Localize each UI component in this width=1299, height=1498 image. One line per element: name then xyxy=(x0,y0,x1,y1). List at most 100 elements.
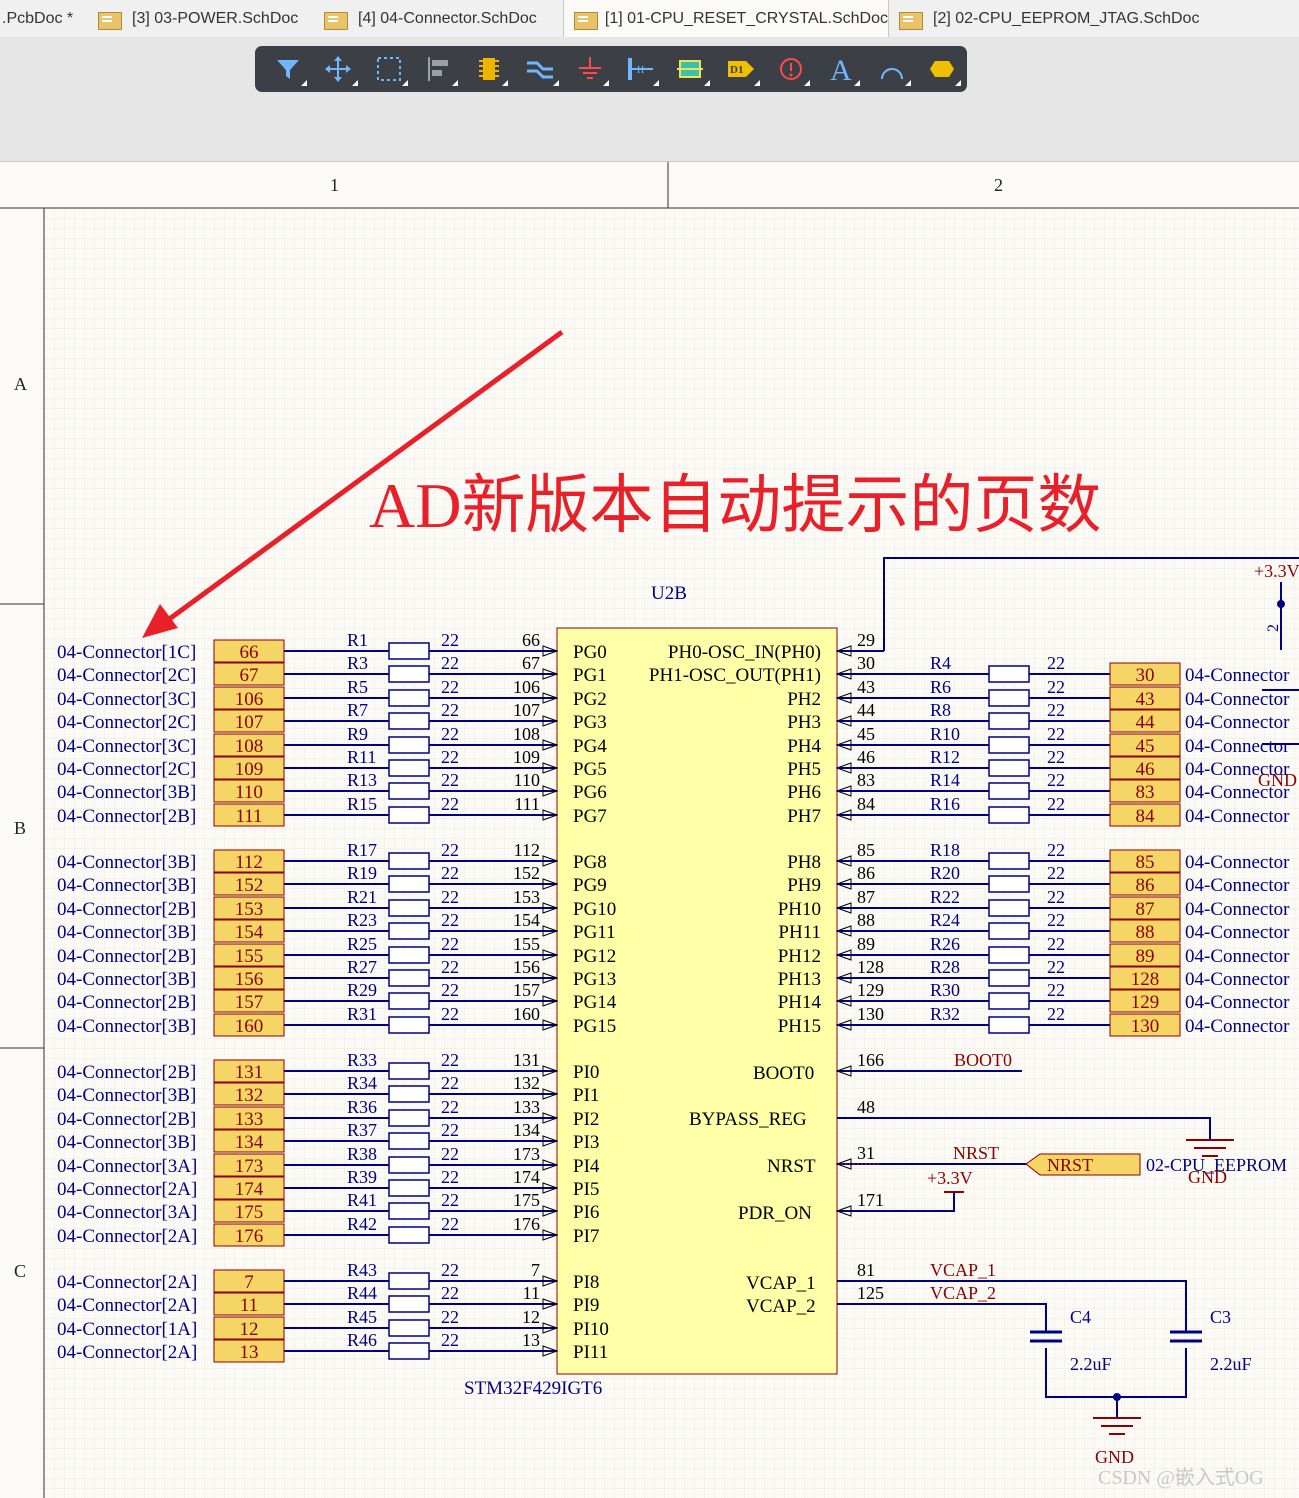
off-sheet-connector-label[interactable]: 04-Connector[3C] xyxy=(57,689,196,710)
resistor-body[interactable] xyxy=(388,899,430,917)
off-sheet-connector-label[interactable]: 04-Connector xyxy=(1185,712,1290,733)
off-sheet-connector-label[interactable]: 04-Connector[2A] xyxy=(57,1272,197,1293)
resistor-body[interactable] xyxy=(388,736,430,754)
resistor-body[interactable] xyxy=(388,782,430,800)
align-button[interactable] xyxy=(414,49,464,89)
resistor-body[interactable] xyxy=(988,736,1030,754)
off-sheet-connector-label[interactable]: 04-Connector[1A] xyxy=(57,1319,197,1340)
resistor-body[interactable] xyxy=(388,1156,430,1174)
off-sheet-connector-label[interactable]: 04-Connector[2A] xyxy=(57,1179,197,1200)
resistor-body[interactable] xyxy=(988,969,1030,987)
resistor-body[interactable] xyxy=(388,1062,430,1080)
resistor-body[interactable] xyxy=(388,1179,430,1197)
resistor-body[interactable] xyxy=(988,922,1030,940)
resistor-body[interactable] xyxy=(988,875,1030,893)
resistor-body[interactable] xyxy=(388,1132,430,1150)
off-sheet-connector-label[interactable]: 04-Connector xyxy=(1185,806,1290,827)
off-sheet-connector-label[interactable]: 04-Connector[2B] xyxy=(57,946,196,967)
off-sheet-connector-label[interactable]: 04-Connector[2B] xyxy=(57,899,196,920)
off-sheet-connector-label[interactable]: 04-Connector[2B] xyxy=(57,1062,196,1083)
resistor-body[interactable] xyxy=(988,689,1030,707)
off-sheet-connector-label[interactable]: 04-Connector xyxy=(1185,969,1290,990)
off-sheet-connector-label[interactable]: 04-Connector[2A] xyxy=(57,1342,197,1363)
sheet-symbol-button[interactable] xyxy=(665,49,715,89)
off-sheet-connector-label[interactable]: 04-Connector xyxy=(1185,992,1290,1013)
resistor-body[interactable] xyxy=(388,922,430,940)
off-sheet-connector-label[interactable]: 04-Connector[1C] xyxy=(57,642,196,663)
off-sheet-connector-label[interactable]: 04-Connector[3B] xyxy=(57,1085,196,1106)
move-button[interactable] xyxy=(313,49,363,89)
resistor-body[interactable] xyxy=(988,806,1030,824)
off-sheet-connector-label[interactable]: 04-Connector xyxy=(1185,665,1290,686)
arc-button[interactable] xyxy=(866,49,916,89)
resistor-body[interactable] xyxy=(388,1016,430,1034)
off-sheet-connector-label[interactable]: 04-Connector xyxy=(1185,852,1290,873)
resistor-body[interactable] xyxy=(388,806,430,824)
off-sheet-connector-label[interactable]: 04-Connector[3B] xyxy=(57,1016,196,1037)
off-sheet-connector-label[interactable]: 04-Connector xyxy=(1185,736,1290,757)
resistor-body[interactable] xyxy=(388,1342,430,1360)
tab-connector-schdoc[interactable]: [4] 04-Connector.SchDoc xyxy=(322,0,562,37)
off-sheet-connector-label[interactable]: 04-Connector[2B] xyxy=(57,992,196,1013)
off-sheet-connector-label[interactable]: 04-Connector[3B] xyxy=(57,782,196,803)
resistor-body[interactable] xyxy=(988,1016,1030,1034)
resistor-body[interactable] xyxy=(388,712,430,730)
bus-button[interactable] xyxy=(514,49,564,89)
off-sheet-connector-label[interactable]: 04-Connector xyxy=(1185,875,1290,896)
filter-button[interactable] xyxy=(263,49,313,89)
ground-button[interactable] xyxy=(565,49,615,89)
tab-cpu-eeprom-jtag-schdoc[interactable]: [2] 02-CPU_EEPROM_JTAG.SchDoc xyxy=(897,0,1227,37)
resistor-body[interactable] xyxy=(388,689,430,707)
off-sheet-connector-label[interactable]: 04-Connector[3C] xyxy=(57,736,196,757)
tab-power-schdoc[interactable]: [3] 03-POWER.SchDoc xyxy=(96,0,314,37)
off-sheet-connector-label[interactable]: 04-Connector[2C] xyxy=(57,759,196,780)
resistor-body[interactable] xyxy=(388,1272,430,1290)
resistor-body[interactable] xyxy=(988,665,1030,683)
off-sheet-connector-label[interactable]: 04-Connector[3B] xyxy=(57,852,196,873)
component-button[interactable] xyxy=(464,49,514,89)
resistor-body[interactable] xyxy=(388,875,430,893)
resistor-body[interactable] xyxy=(988,899,1030,917)
resistor-body[interactable] xyxy=(388,665,430,683)
resistor-body[interactable] xyxy=(388,642,430,660)
directive-button[interactable] xyxy=(766,49,816,89)
off-sheet-connector-label[interactable]: 04-Connector xyxy=(1185,946,1290,967)
resistor-body[interactable] xyxy=(388,1109,430,1127)
off-sheet-connector-label[interactable]: 04-Connector[3B] xyxy=(57,969,196,990)
resistor-body[interactable] xyxy=(988,759,1030,777)
off-sheet-connector-label[interactable]: 04-Connector[3B] xyxy=(57,922,196,943)
tab-cpu-reset-crystal-schdoc[interactable]: [1] 01-CPU_RESET_CRYSTAL.SchDoc xyxy=(563,0,889,37)
off-sheet-connector-label[interactable]: 04-Connector xyxy=(1185,1016,1290,1037)
part-button[interactable]: D1 xyxy=(716,49,766,89)
resistor-body[interactable] xyxy=(388,992,430,1010)
resistor-body[interactable] xyxy=(388,1202,430,1220)
resistor-body[interactable] xyxy=(388,759,430,777)
resistor-body[interactable] xyxy=(988,852,1030,870)
off-sheet-connector-label[interactable]: 04-Connector[2B] xyxy=(57,806,196,827)
off-sheet-connector-label[interactable]: 04-Connector[2C] xyxy=(57,712,196,733)
off-sheet-connector-label[interactable]: 04-Connector xyxy=(1185,922,1290,943)
resistor-body[interactable] xyxy=(388,1226,430,1244)
off-sheet-connector-label[interactable]: 04-Connector[2B] xyxy=(57,1109,196,1130)
off-sheet-connector-label[interactable]: 04-Connector xyxy=(1185,689,1290,710)
resistor-body[interactable] xyxy=(388,1085,430,1103)
resistor-body[interactable] xyxy=(988,782,1030,800)
resistor-body[interactable] xyxy=(388,969,430,987)
resistor-body[interactable] xyxy=(388,1319,430,1337)
resistor-body[interactable] xyxy=(988,946,1030,964)
off-sheet-connector-label[interactable]: 04-Connector[3B] xyxy=(57,1132,196,1153)
resistor-body[interactable] xyxy=(388,1295,430,1313)
tab-pcbdoc[interactable]: .PcbDoc * xyxy=(0,0,90,37)
off-sheet-connector-label[interactable]: 04-Connector[2A] xyxy=(57,1226,197,1247)
select-rect-button[interactable] xyxy=(364,49,414,89)
off-sheet-connector-label[interactable]: 04-Connector[2C] xyxy=(57,665,196,686)
resistor-body[interactable] xyxy=(988,992,1030,1010)
schematic-sheet[interactable]: 1 2 A B C U2B STM32F429IGT6 04-Connector… xyxy=(0,162,1299,1498)
off-sheet-connector-label[interactable]: 04-Connector[2A] xyxy=(57,1295,197,1316)
off-sheet-connector-label[interactable]: 04-Connector[3B] xyxy=(57,875,196,896)
shape-button[interactable] xyxy=(917,49,967,89)
off-sheet-connector-label[interactable]: 04-Connector[3A] xyxy=(57,1156,197,1177)
resistor-body[interactable] xyxy=(988,712,1030,730)
text-button[interactable]: A xyxy=(816,49,866,89)
off-sheet-connector-label[interactable]: 04-Connector[3A] xyxy=(57,1202,197,1223)
